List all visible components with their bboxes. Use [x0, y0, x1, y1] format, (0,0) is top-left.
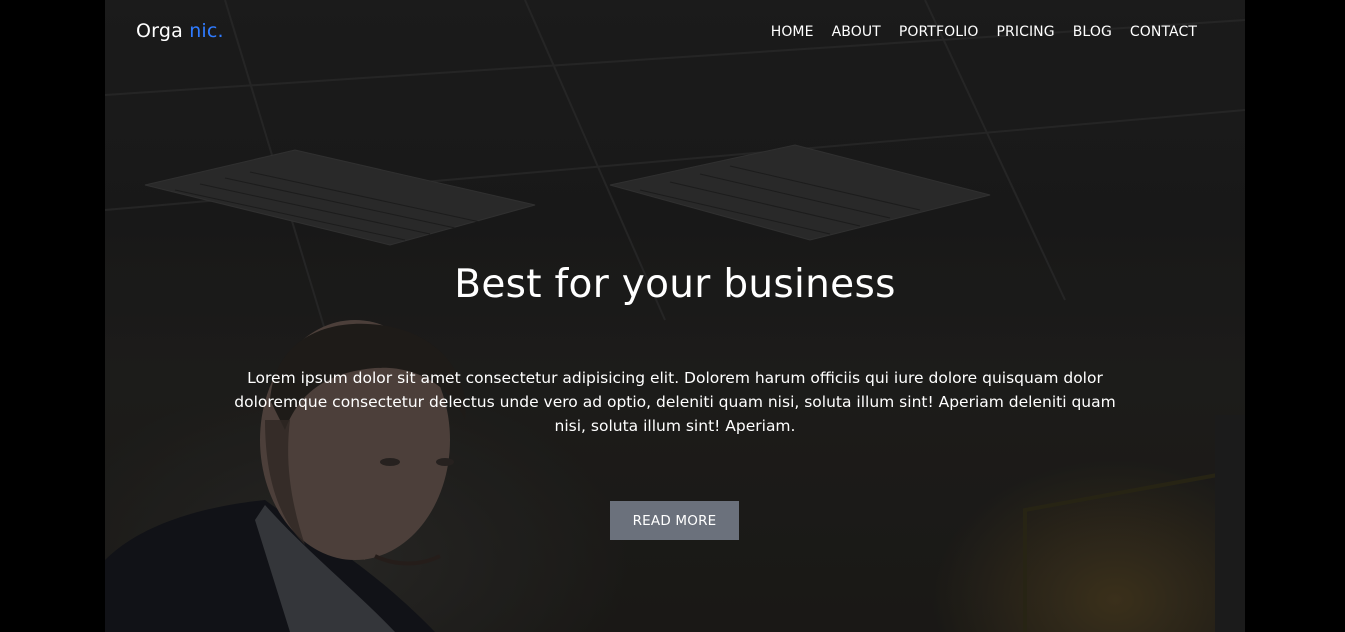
brand-name-part2: nic. [189, 20, 224, 42]
site-header: Orga nic. HOME ABOUT PORTFOLIO PRICING B… [105, 0, 1245, 68]
main-nav: HOME ABOUT PORTFOLIO PRICING BLOG CONTAC… [771, 24, 1197, 40]
read-more-button[interactable]: READ MORE [610, 501, 739, 540]
brand-logo[interactable]: Orga nic. [136, 20, 224, 42]
page-frame: Orga nic. HOME ABOUT PORTFOLIO PRICING B… [105, 0, 1245, 632]
nav-link-pricing[interactable]: PRICING [996, 24, 1054, 40]
hero-description: Lorem ipsum dolor sit amet consectetur a… [234, 369, 1116, 435]
nav-link-home[interactable]: HOME [771, 24, 814, 40]
nav-link-portfolio[interactable]: PORTFOLIO [899, 24, 979, 40]
hero-title: Best for your business [454, 262, 896, 307]
nav-link-contact[interactable]: CONTACT [1130, 24, 1197, 40]
nav-link-blog[interactable]: BLOG [1073, 24, 1112, 40]
nav-link-about[interactable]: ABOUT [832, 24, 881, 40]
brand-name-part1: Orga [136, 20, 183, 42]
